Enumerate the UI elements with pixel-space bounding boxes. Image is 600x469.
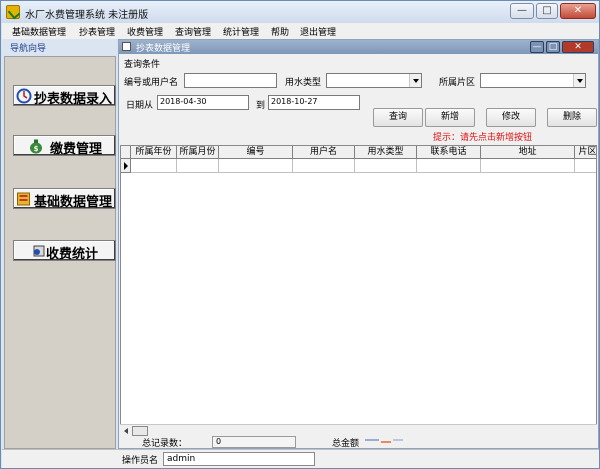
form-title: 抄表数据管理	[136, 44, 191, 54]
menu-bar: 基础数据管理 抄表管理 收费管理 查询管理 统计管理 帮助 退出管理	[2, 23, 599, 39]
form-close-button[interactable]: ✕	[562, 41, 594, 53]
svg-text:$: $	[34, 145, 39, 153]
col-header-username[interactable]: 用户名	[293, 146, 355, 159]
scroll-left-icon[interactable]	[121, 426, 131, 436]
form-title-bar: 抄表数据管理 — □ ✕	[119, 40, 598, 54]
edit-button[interactable]: 修改	[486, 108, 536, 127]
nav-payment-button[interactable]: $ 缴费管理	[13, 135, 116, 157]
date-from-label: 日期从	[126, 101, 154, 111]
water-type-label: 用水类型	[285, 78, 322, 88]
col-header-phone[interactable]: 联系电话	[417, 146, 481, 159]
user-search-input[interactable]	[184, 73, 277, 88]
menu-help[interactable]: 帮助	[271, 25, 289, 38]
col-header-year[interactable]: 所属年份	[131, 146, 177, 159]
chevron-down-icon[interactable]	[573, 74, 585, 87]
table-cell[interactable]	[293, 159, 355, 173]
col-header-id[interactable]: 编号	[219, 146, 293, 159]
col-header-address[interactable]: 地址	[481, 146, 575, 159]
main-window: 水厂水费管理系统 未注册版 — □ ✕ 基础数据管理 抄表管理 收费管理 查询管…	[0, 0, 600, 469]
nav-header: 导航向导	[2, 39, 116, 55]
nav-fee-stats-button[interactable]: 收费统计	[13, 240, 116, 262]
area-select[interactable]	[480, 73, 586, 88]
menu-meter-reading[interactable]: 抄表管理	[79, 25, 115, 38]
date-to-label: 到	[256, 101, 266, 111]
nav-basic-data-label: 基础数据管理	[34, 195, 113, 210]
user-search-label: 编号或用户名	[124, 78, 179, 88]
query-conditions-label: 查询条件	[124, 60, 161, 70]
form-maximize-button[interactable]: □	[546, 41, 560, 53]
table-cell[interactable]	[131, 159, 177, 173]
col-header-area[interactable]: 片区	[575, 146, 596, 159]
hint-text: 提示：请先点击新增按钮	[433, 133, 533, 143]
window-title: 水厂水费管理系统 未注册版	[25, 10, 149, 21]
meter-data-grid[interactable]: 所属年份 所属月份 编号 用户名 用水类型 联系电话 地址 片区	[120, 145, 597, 425]
query-button[interactable]: 查询	[373, 108, 423, 127]
close-button[interactable]: ✕	[560, 3, 596, 19]
grid-header: 所属年份 所属月份 编号 用户名 用水类型 联系电话 地址 片区	[121, 146, 596, 159]
nav-basic-data-button[interactable]: 基础数据管理	[13, 188, 116, 210]
row-selector-arrow-icon[interactable]	[121, 159, 131, 173]
database-icon	[17, 192, 30, 206]
date-to-input[interactable]: 2018-10-27	[268, 95, 360, 110]
nav-meter-entry-label: 抄表数据录入	[34, 92, 113, 107]
record-count-label: 总记录数：	[142, 439, 188, 449]
nav-panel: 抄表数据录入 $ 缴费管理 基础数据管理 收费统计	[4, 56, 116, 449]
nav-meter-entry-button[interactable]: 抄表数据录入	[13, 85, 116, 107]
menu-basic-data[interactable]: 基础数据管理	[12, 25, 66, 38]
table-cell[interactable]	[417, 159, 481, 173]
chevron-down-icon[interactable]	[409, 74, 421, 87]
menu-charging[interactable]: 收费管理	[127, 25, 163, 38]
status-bar: 操作员名 admin	[2, 449, 599, 468]
menu-query[interactable]: 查询管理	[175, 25, 211, 38]
col-header-water-type[interactable]: 用水类型	[355, 146, 417, 159]
money-bag-icon: $	[30, 139, 42, 154]
form-minimize-button[interactable]: —	[530, 41, 544, 53]
record-count-value: 0	[212, 436, 296, 448]
water-type-select[interactable]	[326, 73, 422, 88]
nav-fee-stats-label: 收费统计	[46, 247, 99, 262]
meter-data-form: 抄表数据管理 — □ ✕ 查询条件 编号或用户名 用水类型 所属片区 日期从 2…	[118, 39, 599, 449]
form-window-icon	[122, 42, 131, 51]
menu-statistics[interactable]: 统计管理	[223, 25, 259, 38]
total-amount-value	[365, 439, 403, 443]
area-label: 所属片区	[439, 78, 476, 88]
total-amount-label: 总金额	[332, 439, 360, 449]
operator-label: 操作员名	[122, 456, 159, 466]
date-from-input[interactable]: 2018-04-30	[157, 95, 249, 110]
minimize-button[interactable]: —	[510, 3, 534, 19]
grid-corner	[121, 146, 131, 159]
meter-reading-icon	[16, 88, 32, 104]
title-bar: 水厂水费管理系统 未注册版 — □ ✕	[1, 1, 599, 23]
maximize-button[interactable]: □	[536, 3, 558, 19]
nav-payment-label: 缴费管理	[50, 142, 103, 157]
horizontal-scrollbar[interactable]	[120, 424, 597, 436]
table-cell[interactable]	[219, 159, 293, 173]
scrollbar-thumb[interactable]	[132, 426, 148, 436]
app-logo-icon	[6, 5, 20, 19]
table-cell[interactable]	[481, 159, 575, 173]
table-cell[interactable]	[355, 159, 417, 173]
table-cell[interactable]	[177, 159, 219, 173]
delete-button[interactable]: 删除	[547, 108, 597, 127]
table-cell[interactable]	[575, 159, 596, 173]
add-button[interactable]: 新增	[425, 108, 475, 127]
operator-value: admin	[163, 452, 315, 466]
nav-header-title: 导航向导	[10, 44, 47, 54]
menu-exit[interactable]: 退出管理	[300, 25, 336, 38]
summary-footer: 总记录数： 0 总金额	[120, 436, 597, 449]
col-header-month[interactable]: 所属月份	[177, 146, 219, 159]
